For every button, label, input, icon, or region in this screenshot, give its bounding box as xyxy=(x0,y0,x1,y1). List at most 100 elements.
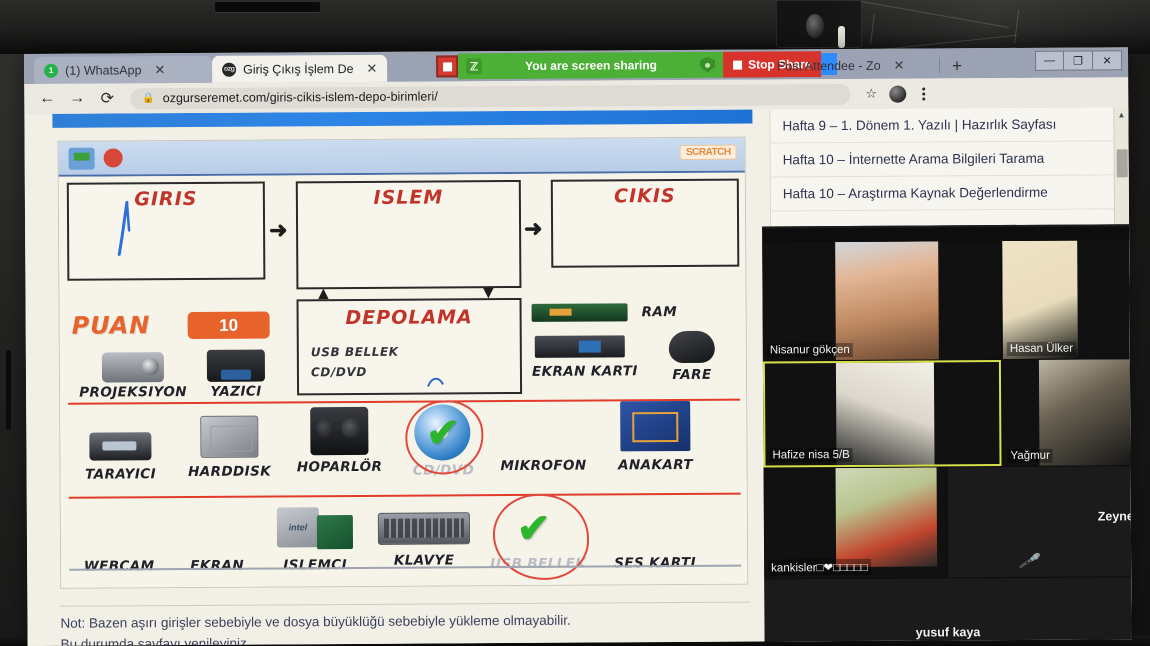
maximize-button[interactable]: ❐ xyxy=(1063,50,1094,71)
minimize-button[interactable]: — xyxy=(1034,50,1065,71)
lock-icon: 🔒 xyxy=(142,92,155,104)
hardware-item-anakart: ANAKART xyxy=(600,400,710,474)
microphone-icon xyxy=(520,402,566,454)
zoom-tile-yagmur[interactable]: Yağmur xyxy=(1002,359,1131,467)
tab-close-icon[interactable]: ✕ xyxy=(894,57,905,73)
hardware-label: ISLEMCI xyxy=(283,557,348,574)
hardware-label: WEBCAM xyxy=(83,558,155,575)
flow-box-islem: ISLEM xyxy=(295,179,522,290)
flow-box-giris: GIRIS xyxy=(66,181,266,281)
printer-icon xyxy=(206,349,266,382)
address-bar[interactable]: 🔒 ozgurseremet.com/giris-cikis-islem-dep… xyxy=(130,83,851,109)
flow-label-depolama: DEPOLAMA xyxy=(345,306,473,330)
muted-microphone-icon: 🎤 xyxy=(1018,552,1040,569)
flow-box-depolama: DEPOLAMA USB BELLEK CD/DVD xyxy=(296,297,523,396)
reload-button[interactable]: ⟳ xyxy=(92,85,122,111)
hardware-item-yazici: YAZICI xyxy=(190,349,282,400)
mouse-icon xyxy=(668,330,715,364)
participant-name: Hafize nisa 5/B xyxy=(769,447,853,463)
participant-name: Yağmur xyxy=(1007,448,1053,463)
hardware-item-projeksiyon: PROJEKSIYON xyxy=(78,352,188,401)
hardware-item-ses-karti: SES KARTI xyxy=(599,505,711,572)
chrome-menu-icon[interactable] xyxy=(910,80,936,106)
hardware-label: EKRAN KARTI xyxy=(531,363,638,380)
page-note: Not: Bazen aşırı girişler sebebiyle ve d… xyxy=(60,601,751,646)
green-flag-icon[interactable] xyxy=(68,147,95,170)
hardware-item-hoparlor: HOPARLÖR xyxy=(286,406,392,476)
hardware-label: YAZICI xyxy=(210,383,262,400)
tab-title: Post Attendee - Zo xyxy=(777,58,881,73)
browser-tab-whatsapp[interactable]: 1 (1) WhatsApp ✕ xyxy=(34,55,213,84)
hardware-label: EKRAN xyxy=(190,557,245,574)
hardware-item-fare: FARE xyxy=(646,330,738,384)
back-button[interactable]: ← xyxy=(32,86,62,112)
hardware-label: MIKROFON xyxy=(500,457,587,475)
hardware-item-klavye: KLAVYE xyxy=(369,512,479,569)
flow-box-cikis: CIKIS xyxy=(550,178,740,268)
chrome-browser-window: 1 (1) WhatsApp ✕ ozg Giriş Çıkış İşlem D… xyxy=(24,47,1132,646)
zoom-logo-icon: ℤ xyxy=(466,58,483,75)
speakers-icon xyxy=(310,406,369,456)
hardware-label: HOPARLÖR xyxy=(296,458,383,476)
scratch-stage[interactable]: GIRIS ➜ ISLEM ➜ CIKIS ▲ ▼ DEPOLAMA USB B… xyxy=(58,172,748,588)
bezel-side-notch xyxy=(6,350,11,430)
ram-icon xyxy=(531,303,628,322)
participant-name: Nisanur gökçen xyxy=(766,342,853,358)
hardware-label: TARAYICI xyxy=(85,466,157,483)
keyboard-icon xyxy=(377,512,471,545)
scroll-up-arrow-icon[interactable]: ▲ xyxy=(1114,107,1128,122)
hardware-label: FARE xyxy=(672,366,712,384)
scrollbar-thumb[interactable] xyxy=(1116,149,1128,178)
sidebar-item-hafta9[interactable]: Hafta 9 – 1. Dönem 1. Yazılı | Hazırlık … xyxy=(770,107,1129,144)
puan-value: 10 xyxy=(187,311,270,340)
zoom-tile-nisanur[interactable]: Nisanur gökçen xyxy=(762,241,1001,361)
sound-card-icon xyxy=(621,511,691,545)
participant-name: Hasan Ülker xyxy=(1006,341,1077,357)
depolama-item-cddvd: CD/DVD xyxy=(310,364,367,380)
whatsapp-icon: 1 xyxy=(44,63,59,78)
forward-button[interactable]: → xyxy=(62,86,92,112)
address-bar-url: ozgurseremet.com/giris-cikis-islem-depo-… xyxy=(162,89,438,106)
zoom-tile-hafize-active-speaker[interactable]: Hafize nisa 5/B xyxy=(762,360,1002,468)
scanner-icon xyxy=(89,432,152,461)
avatar[interactable] xyxy=(884,81,910,107)
blue-pen-annotation-icon xyxy=(117,200,131,256)
zoom-tile-hasan[interactable]: Hasan Ülker xyxy=(1002,240,1130,360)
flow-arrow-1-icon: ➜ xyxy=(269,217,288,243)
page-content: SCRATCH GIRIS ➜ ISLEM ➜ CIKIS ▲ ▼ DEPOLA… xyxy=(24,107,1132,646)
stop-sign-icon[interactable] xyxy=(103,148,123,168)
zoom-tile-kankisler[interactable]: kankisler□❤□□□□□ xyxy=(763,467,948,579)
browser-tab-zoom[interactable]: Post Attendee - Zo ✕ xyxy=(767,51,937,79)
new-tab-button[interactable]: + xyxy=(942,56,972,78)
section-divider-red xyxy=(68,492,741,499)
flow-label-giris: GIRIS xyxy=(134,187,198,211)
stop-square-icon xyxy=(733,60,743,70)
hardware-item-islemci: intel ISLEMCI xyxy=(263,505,367,574)
hardware-label: SES KARTI xyxy=(614,554,697,572)
hardware-item-ram: RAM xyxy=(531,303,738,322)
cpu-brand-label: intel xyxy=(276,507,320,548)
tab-title: Giriş Çıkış İşlem De xyxy=(243,61,354,77)
flow-label-islem: ISLEM xyxy=(373,186,444,209)
bookmark-star-icon[interactable]: ☆ xyxy=(858,81,884,107)
tab-close-icon[interactable]: ✕ xyxy=(154,62,165,78)
sidebar-item-hafta10-arastirma[interactable]: Hafta 10 – Araştırma Kaynak Değerlendirm… xyxy=(770,175,1129,212)
tab-close-icon[interactable]: ✕ xyxy=(366,60,377,76)
monitor-icon xyxy=(180,506,254,552)
page-blue-header-bar xyxy=(52,109,753,128)
screen-sharing-status: ℤ You are screen sharing xyxy=(458,51,724,80)
zoom-tile-zeynep[interactable]: Zeyne 🎤 xyxy=(947,466,1132,578)
hardware-label: RAM xyxy=(641,304,678,321)
scratch-logo: SCRATCH xyxy=(679,144,737,160)
close-window-button[interactable]: ✕ xyxy=(1092,50,1123,71)
harddisk-icon xyxy=(200,415,259,458)
projector-icon xyxy=(101,352,165,383)
sidebar-item-hafta10-arama[interactable]: Hafta 10 – İnternette Arama Bilgileri Ta… xyxy=(770,141,1129,178)
hardware-item-cddvd: ✔ CD/DVD xyxy=(396,400,490,479)
zoom-tile-yusuf[interactable]: yusuf kaya 🎤 xyxy=(764,577,1132,646)
site-favicon-icon: ozg xyxy=(222,62,237,77)
cpu-icon: intel xyxy=(276,505,354,551)
browser-tab-active-site[interactable]: ozg Giriş Çıkış İşlem De ✕ xyxy=(212,54,388,83)
participant-name: kankisler□❤□□□□□ xyxy=(768,558,871,576)
depolama-item-usb: USB BELLEK xyxy=(310,344,399,360)
